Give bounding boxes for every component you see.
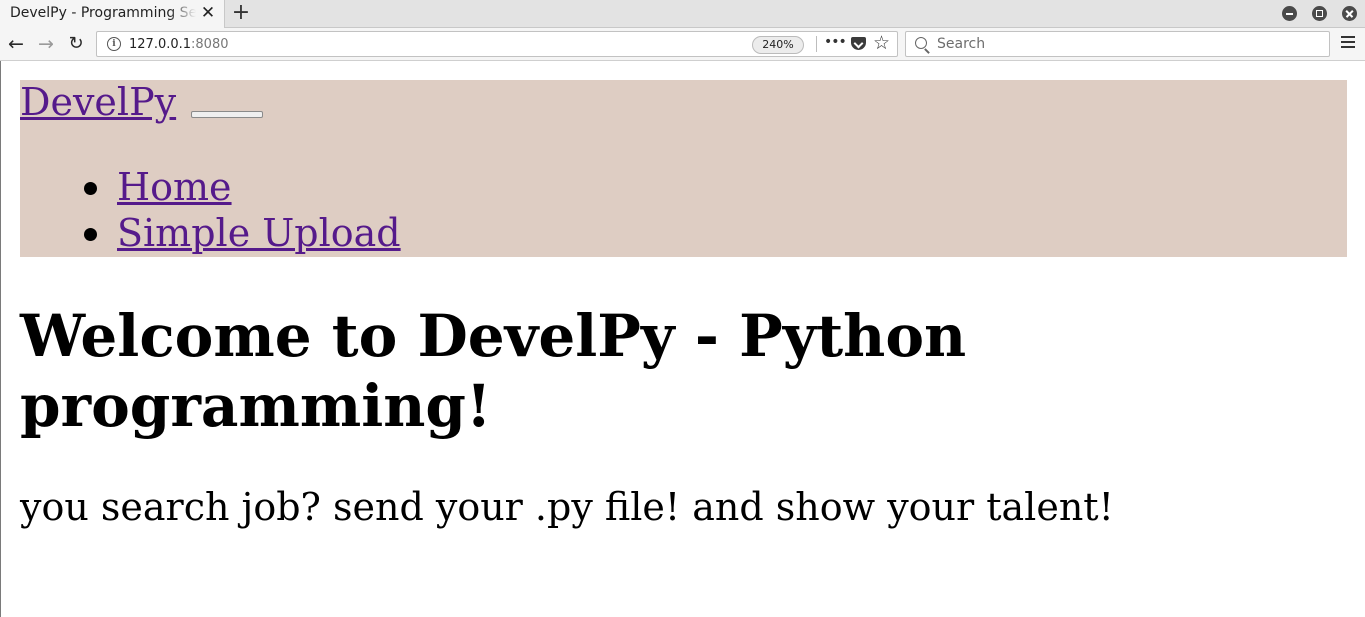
bullet-icon — [84, 228, 97, 241]
close-tab-icon[interactable]: ✕ — [200, 4, 216, 22]
new-tab-icon[interactable]: + — [230, 1, 252, 25]
page-actions-more-icon[interactable]: ••• — [824, 34, 847, 50]
divider — [816, 36, 817, 52]
minimize-window-icon[interactable] — [1282, 6, 1297, 21]
tagline-text: you search job? send your .py file! and … — [20, 485, 1114, 529]
forward-arrow-icon[interactable]: → — [35, 33, 57, 55]
tab-bar: DevelPy - Programming Services ✕ + — [0, 0, 1365, 28]
back-arrow-icon[interactable]: ← — [5, 33, 27, 55]
page-viewport: DevelPy Home Simple Upload Welcome to De… — [0, 61, 1365, 617]
zoom-level-badge[interactable]: 240% — [752, 36, 804, 54]
site-info-icon[interactable]: i — [107, 37, 121, 51]
hamburger-menu-icon[interactable] — [1341, 36, 1355, 50]
bookmark-star-icon[interactable]: ☆ — [873, 32, 890, 54]
url-host: 127.0.0.1 — [129, 37, 192, 52]
site-navbar: DevelPy Home Simple Upload — [20, 80, 1347, 257]
url-port: :8080 — [191, 37, 229, 52]
search-icon — [915, 37, 927, 49]
search-bar[interactable]: Search — [905, 31, 1330, 57]
maximize-window-icon[interactable] — [1312, 6, 1327, 21]
navigation-toolbar: ← → ↻ i 127.0.0.1:8080 240% ••• ☆ Search — [0, 28, 1365, 61]
brand-link[interactable]: DevelPy — [20, 80, 176, 124]
address-bar[interactable]: i 127.0.0.1:8080 240% ••• ☆ — [96, 31, 898, 57]
simple-upload-link[interactable]: Simple Upload — [117, 210, 401, 256]
reload-icon[interactable]: ↻ — [65, 33, 87, 55]
bullet-icon — [84, 182, 97, 195]
url-text[interactable]: 127.0.0.1:8080 — [129, 37, 229, 52]
page-heading: Welcome to DevelPy - Python programming! — [20, 302, 967, 440]
pocket-icon[interactable] — [851, 37, 866, 50]
home-link[interactable]: Home — [117, 164, 232, 210]
navbar-toggler-button[interactable] — [191, 111, 263, 118]
close-window-icon[interactable] — [1342, 6, 1357, 21]
browser-tab[interactable]: DevelPy - Programming Services ✕ — [0, 0, 225, 28]
tab-title: DevelPy - Programming Services — [10, 5, 196, 21]
search-placeholder: Search — [937, 36, 986, 52]
